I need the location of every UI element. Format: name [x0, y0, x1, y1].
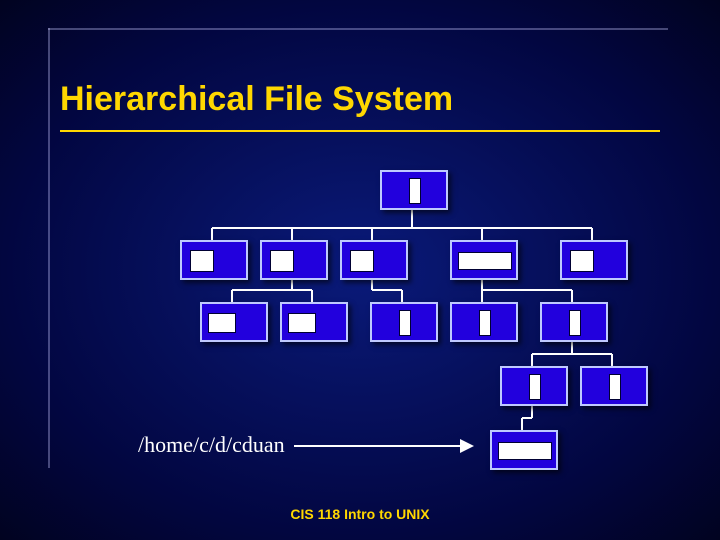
- tree-node-b1: [200, 302, 268, 342]
- slide-footer: CIS 118 Intro to UNIX: [0, 506, 720, 522]
- tree-node-cduan: [490, 430, 558, 470]
- folder-icon: [399, 310, 411, 336]
- folder-icon: [270, 250, 294, 272]
- path-arrow-line: [294, 445, 464, 447]
- folder-icon: [208, 313, 236, 333]
- tree-node-b2: [280, 302, 348, 342]
- folder-icon: [350, 250, 374, 272]
- tree-node-a5: [560, 240, 628, 280]
- folder-icon: [409, 178, 421, 204]
- path-arrow-head-icon: [460, 439, 474, 453]
- folder-icon: [479, 310, 491, 336]
- folder-icon: [288, 313, 316, 333]
- tree-node-a1: [180, 240, 248, 280]
- tree-node-c: [370, 302, 438, 342]
- tree-node-root: [380, 170, 448, 210]
- tree-node-d2: [580, 366, 648, 406]
- path-label: /home/c/d/cduan: [138, 432, 285, 458]
- tree-node-h1: [450, 302, 518, 342]
- folder-icon: [570, 250, 594, 272]
- tree-node-h2: [540, 302, 608, 342]
- folder-icon: [498, 442, 552, 460]
- folder-icon: [190, 250, 214, 272]
- folder-icon: [569, 310, 581, 336]
- tree-node-a2: [260, 240, 328, 280]
- tree-node-d: [500, 366, 568, 406]
- tree-node-a3: [340, 240, 408, 280]
- folder-icon: [529, 374, 541, 400]
- file-system-tree: [0, 0, 720, 540]
- folder-icon: [458, 252, 512, 270]
- folder-icon: [609, 374, 621, 400]
- tree-node-home: [450, 240, 518, 280]
